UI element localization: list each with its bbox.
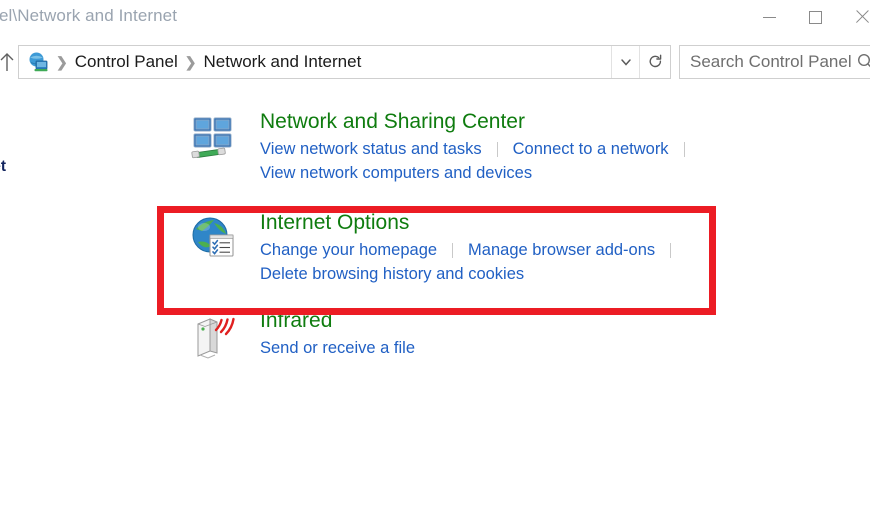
sidebar-item-user-accounts[interactable]: nts (0, 214, 86, 233)
breadcrumb-separator-1: ❯ (184, 53, 197, 70)
category-title-network-and-sharing-center[interactable]: Network and Sharing Center (260, 108, 700, 136)
address-bar: ❯ Control Panel ❯ Network and Internet S… (0, 42, 870, 82)
maximize-button[interactable] (792, 0, 838, 34)
control-panel-globe-icon (27, 51, 49, 73)
caption-button-group (746, 0, 870, 34)
link-separator-trailing (670, 242, 672, 258)
sidebar-gap-0 (0, 121, 86, 136)
category-internet-options: Internet Options Change your homepage Ma… (190, 209, 870, 286)
category-links-row: View network status and tasks Connect to… (260, 137, 700, 161)
link-change-your-homepage[interactable]: Change your homepage (260, 238, 437, 262)
sidebar-item-system-and-security[interactable]: d Security (0, 136, 86, 155)
sidebar-item-hardware-and-sound[interactable]: nd Sound (0, 178, 86, 197)
minimize-button[interactable] (746, 0, 792, 34)
navigation-pane: el Home d Security nd Internet nd Sound … (0, 100, 86, 319)
control-panel-window: el\Network and Internet ❯ Control Panel … (0, 0, 870, 505)
sidebar-item-clock-and-region[interactable]: Region (0, 277, 86, 296)
close-icon (854, 10, 868, 24)
close-button[interactable] (838, 0, 870, 34)
link-view-network-computers-and-devices[interactable]: View network computers and devices (260, 161, 700, 185)
search-icon[interactable] (856, 52, 870, 72)
sidebar-gap-1 (0, 199, 86, 214)
link-connect-to-a-network[interactable]: Connect to a network (513, 137, 669, 161)
infrared-device-icon[interactable] (190, 313, 238, 361)
sidebar-item-appearance-line1[interactable]: e and (0, 235, 86, 254)
breadcrumb-item-network-and-internet[interactable]: Network and Internet (203, 52, 361, 72)
internet-options-globe-icon[interactable] (190, 215, 238, 263)
breadcrumb-separator-0: ❯ (56, 53, 68, 70)
link-separator (452, 242, 454, 258)
link-send-or-receive-a-file[interactable]: Send or receive a file (260, 336, 415, 360)
category-list: Network and Sharing Center View network … (190, 108, 870, 361)
address-history-dropdown-button[interactable] (611, 46, 639, 78)
search-input[interactable]: Search Control Panel (690, 52, 852, 72)
category-title-internet-options[interactable]: Internet Options (260, 209, 686, 237)
link-view-network-status-and-tasks[interactable]: View network status and tasks (260, 137, 482, 161)
sidebar-item-control-panel-home[interactable]: el Home (0, 100, 86, 119)
chevron-down-icon (620, 59, 631, 66)
up-arrow-icon (0, 53, 14, 71)
network-computers-icon[interactable] (190, 114, 238, 162)
refresh-button[interactable] (639, 46, 670, 78)
breadcrumb-item-control-panel[interactable]: Control Panel (75, 52, 178, 72)
search-control-panel-box[interactable]: Search Control Panel (679, 45, 870, 79)
refresh-icon (649, 54, 661, 67)
address-input[interactable]: ❯ Control Panel ❯ Network and Internet (18, 45, 671, 79)
link-manage-browser-add-ons[interactable]: Manage browser add-ons (468, 238, 655, 262)
sidebar-item-ease-of-access[interactable]: cess (0, 298, 86, 317)
category-network-and-sharing-center: Network and Sharing Center View network … (190, 108, 870, 185)
title-bar: el\Network and Internet (0, 0, 870, 36)
category-body: Internet Options Change your homepage Ma… (260, 209, 686, 286)
category-body: Infrared Send or receive a file (260, 307, 415, 360)
category-links-row: Change your homepage Manage browser add-… (260, 238, 686, 262)
maximize-icon (808, 10, 822, 24)
link-separator-trailing (683, 141, 685, 157)
minimize-icon (762, 16, 776, 18)
category-body: Network and Sharing Center View network … (260, 108, 700, 185)
sidebar-item-appearance-line2[interactable]: tion (0, 256, 86, 275)
window-title: el\Network and Internet (0, 6, 178, 25)
link-separator (496, 141, 498, 157)
link-delete-browsing-history-and-cookies[interactable]: Delete browsing history and cookies (260, 262, 686, 286)
sidebar-item-network-and-internet[interactable]: nd Internet (0, 157, 86, 176)
category-infrared: Infrared Send or receive a file (190, 307, 870, 361)
category-title-infrared[interactable]: Infrared (260, 307, 415, 335)
